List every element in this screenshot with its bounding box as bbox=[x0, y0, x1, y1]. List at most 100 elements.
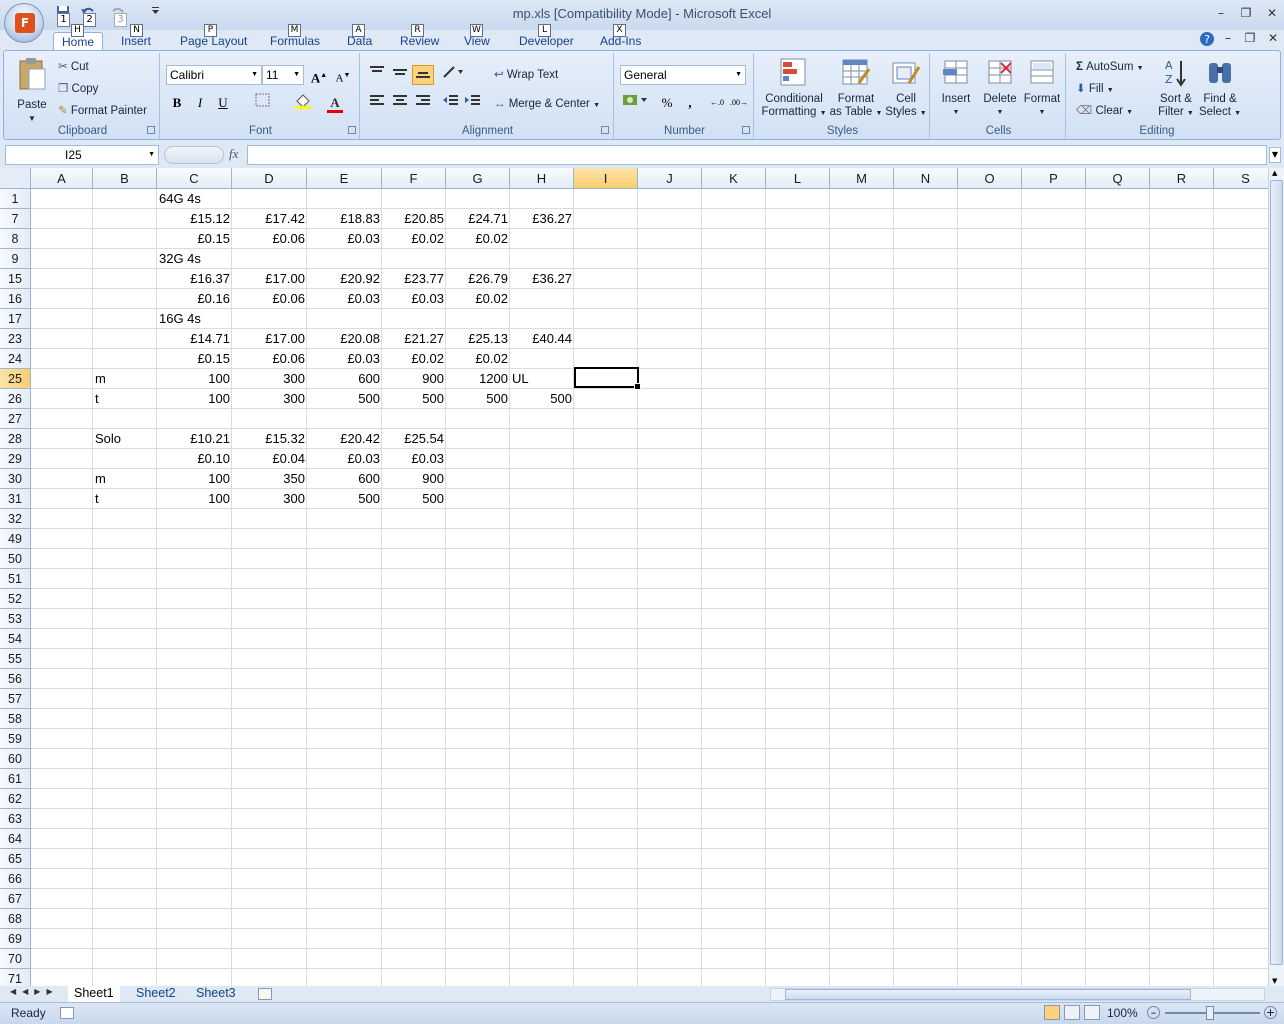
horizontal-scroll-thumb[interactable] bbox=[785, 989, 1191, 1000]
cell-g24[interactable]: £0.02 bbox=[446, 349, 510, 369]
row-header-57[interactable]: 57 bbox=[0, 689, 31, 709]
column-header-j[interactable]: J bbox=[638, 168, 702, 189]
row-header-61[interactable]: 61 bbox=[0, 769, 31, 789]
cell-h7[interactable]: £36.27 bbox=[510, 209, 574, 229]
row-header-51[interactable]: 51 bbox=[0, 569, 31, 589]
font-launcher-icon[interactable] bbox=[348, 126, 356, 134]
sheet-tab-sheet1[interactable]: Sheet1 bbox=[68, 986, 120, 1002]
cell-d29[interactable]: £0.04 bbox=[232, 449, 307, 469]
row-header-8[interactable]: 8 bbox=[0, 229, 31, 249]
cell-e15[interactable]: £20.92 bbox=[307, 269, 382, 289]
zoom-out-icon[interactable]: – bbox=[1147, 1006, 1160, 1019]
grow-font-icon[interactable]: A▲ bbox=[308, 65, 330, 85]
cell-c8[interactable]: £0.15 bbox=[157, 229, 232, 249]
row-header-62[interactable]: 62 bbox=[0, 789, 31, 809]
cell-d30[interactable]: 350 bbox=[232, 469, 307, 489]
copy-button[interactable]: ❐ Copy bbox=[58, 83, 98, 96]
sheet-navigation-icon[interactable]: ◀◀▶▶ bbox=[10, 987, 59, 996]
column-header-e[interactable]: E bbox=[307, 168, 382, 189]
row-header-69[interactable]: 69 bbox=[0, 929, 31, 949]
column-header-m[interactable]: M bbox=[830, 168, 894, 189]
row-header-9[interactable]: 9 bbox=[0, 249, 31, 269]
cell-g23[interactable]: £25.13 bbox=[446, 329, 510, 349]
column-header-f[interactable]: F bbox=[382, 168, 446, 189]
cell-f26[interactable]: 500 bbox=[382, 389, 446, 409]
orientation-icon[interactable] bbox=[442, 65, 464, 85]
align-middle-icon[interactable] bbox=[389, 65, 411, 85]
scroll-down-icon[interactable]: ▼ bbox=[1272, 977, 1277, 985]
cell-d26[interactable]: 300 bbox=[232, 389, 307, 409]
cell-c24[interactable]: £0.15 bbox=[157, 349, 232, 369]
cell-e26[interactable]: 500 bbox=[307, 389, 382, 409]
conditional-formatting-button[interactable]: Conditional Formatting ▼ bbox=[760, 57, 828, 120]
row-header-23[interactable]: 23 bbox=[0, 329, 31, 349]
cell-d16[interactable]: £0.06 bbox=[232, 289, 307, 309]
close-icon[interactable]: ✕ bbox=[1263, 6, 1281, 20]
font-family-select[interactable]: Calibri ▼ bbox=[166, 65, 262, 85]
cell-e31[interactable]: 500 bbox=[307, 489, 382, 509]
column-header-c[interactable]: C bbox=[157, 168, 232, 189]
column-header-n[interactable]: N bbox=[894, 168, 958, 189]
cell-d7[interactable]: £17.42 bbox=[232, 209, 307, 229]
clear-button[interactable]: ⌫ Clear ▼ bbox=[1076, 105, 1133, 119]
cell-e16[interactable]: £0.03 bbox=[307, 289, 382, 309]
page-break-view-icon[interactable] bbox=[1084, 1005, 1100, 1020]
macro-record-icon[interactable] bbox=[60, 1007, 74, 1019]
cell-f15[interactable]: £23.77 bbox=[382, 269, 446, 289]
column-header-k[interactable]: K bbox=[702, 168, 766, 189]
autosum-button[interactable]: Σ AutoSum ▼ bbox=[1076, 61, 1144, 75]
column-header-d[interactable]: D bbox=[232, 168, 307, 189]
cell-c28[interactable]: £10.21 bbox=[157, 429, 232, 449]
cell-c29[interactable]: £0.10 bbox=[157, 449, 232, 469]
cell-c7[interactable]: £15.12 bbox=[157, 209, 232, 229]
cell-c25[interactable]: 100 bbox=[157, 369, 232, 389]
column-header-a[interactable]: A bbox=[31, 168, 93, 189]
cell-c9[interactable]: 32G 4s bbox=[157, 249, 292, 269]
insert-sheet-icon[interactable] bbox=[258, 988, 272, 1000]
vertical-scrollbar[interactable]: ▲ ▼ bbox=[1268, 168, 1284, 986]
font-size-select[interactable]: 11 ▼ bbox=[262, 65, 304, 85]
align-center-icon[interactable] bbox=[389, 93, 411, 113]
cell-e8[interactable]: £0.03 bbox=[307, 229, 382, 249]
cell-f7[interactable]: £20.85 bbox=[382, 209, 446, 229]
cell-f25[interactable]: 900 bbox=[382, 369, 446, 389]
cell-g25[interactable]: 1200 bbox=[446, 369, 510, 389]
cell-f8[interactable]: £0.02 bbox=[382, 229, 446, 249]
column-header-h[interactable]: H bbox=[510, 168, 574, 189]
column-header-r[interactable]: R bbox=[1150, 168, 1214, 189]
row-header-50[interactable]: 50 bbox=[0, 549, 31, 569]
cell-h15[interactable]: £36.27 bbox=[510, 269, 574, 289]
cell-d23[interactable]: £17.00 bbox=[232, 329, 307, 349]
select-all-corner[interactable] bbox=[0, 168, 31, 189]
column-header-g[interactable]: G bbox=[446, 168, 510, 189]
zoom-slider-thumb[interactable] bbox=[1206, 1006, 1214, 1020]
cell-e7[interactable]: £18.83 bbox=[307, 209, 382, 229]
insert-cells-button[interactable]: Insert ▼ bbox=[934, 57, 978, 119]
row-header-31[interactable]: 31 bbox=[0, 489, 31, 509]
sheet-tab-sheet2[interactable]: Sheet2 bbox=[130, 986, 182, 1002]
cell-e29[interactable]: £0.03 bbox=[307, 449, 382, 469]
workbook-close-icon[interactable]: ✕ bbox=[1264, 31, 1282, 45]
cell-c30[interactable]: 100 bbox=[157, 469, 232, 489]
row-header-28[interactable]: 28 bbox=[0, 429, 31, 449]
cell-d8[interactable]: £0.06 bbox=[232, 229, 307, 249]
row-header-56[interactable]: 56 bbox=[0, 669, 31, 689]
cell-c26[interactable]: 100 bbox=[157, 389, 232, 409]
cell-d25[interactable]: 300 bbox=[232, 369, 307, 389]
alignment-launcher-icon[interactable] bbox=[601, 126, 609, 134]
name-box[interactable]: I25 ▼ bbox=[5, 145, 159, 165]
row-header-58[interactable]: 58 bbox=[0, 709, 31, 729]
fill-color-icon[interactable] bbox=[292, 93, 314, 113]
row-header-29[interactable]: 29 bbox=[0, 449, 31, 469]
number-format-select[interactable]: General ▼ bbox=[620, 65, 746, 85]
cell-d28[interactable]: £15.32 bbox=[232, 429, 307, 449]
horizontal-scrollbar[interactable] bbox=[770, 988, 1265, 1001]
row-header-24[interactable]: 24 bbox=[0, 349, 31, 369]
cell-h26[interactable]: 500 bbox=[510, 389, 574, 409]
cell-h23[interactable]: £40.44 bbox=[510, 329, 574, 349]
cell-e30[interactable]: 600 bbox=[307, 469, 382, 489]
row-header-1[interactable]: 1 bbox=[0, 189, 31, 209]
help-icon[interactable]: ? bbox=[1199, 31, 1215, 47]
cell-c23[interactable]: £14.71 bbox=[157, 329, 232, 349]
zoom-in-icon[interactable]: + bbox=[1264, 1006, 1277, 1019]
